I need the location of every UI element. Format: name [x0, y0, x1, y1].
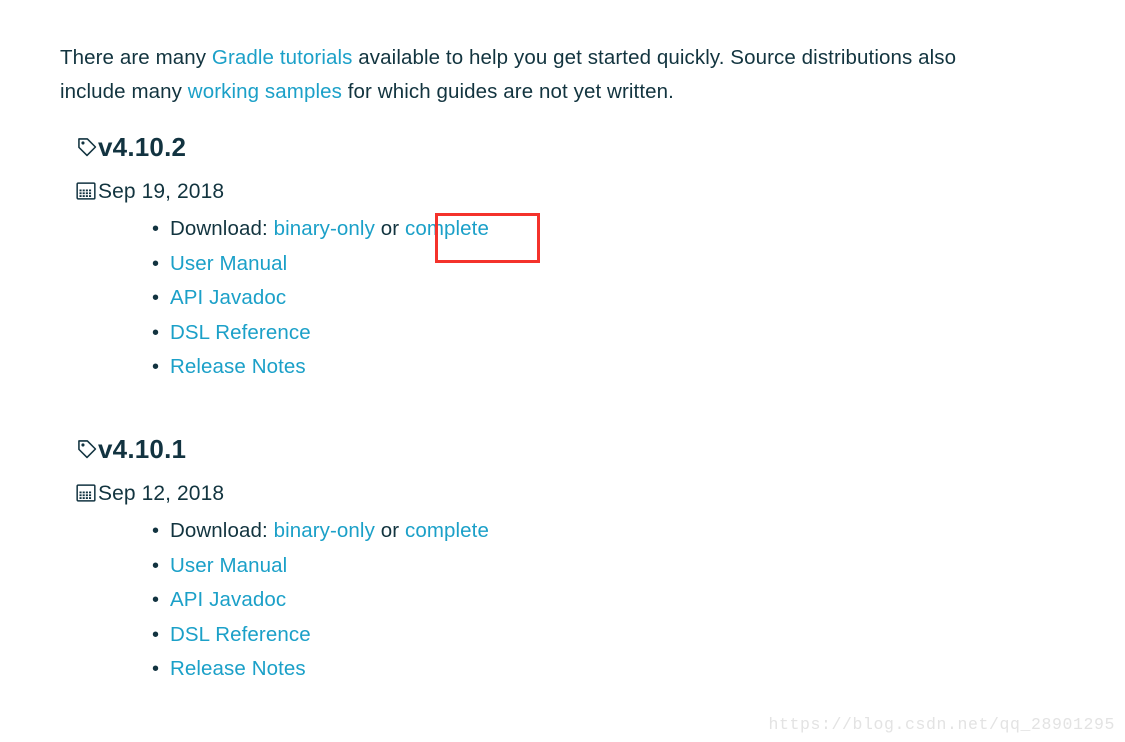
user-manual-link[interactable]: User Manual — [170, 554, 287, 577]
api-javadoc-link[interactable]: API Javadoc — [170, 588, 286, 611]
watermark-text: https://blog.csdn.net/qq_28901295 — [768, 715, 1115, 734]
calendar-icon — [60, 483, 98, 503]
download-separator: or — [380, 217, 400, 240]
complete-link[interactable]: complete — [405, 519, 489, 542]
user-manual-link[interactable]: User Manual — [170, 252, 287, 275]
download-label: Download: — [170, 519, 268, 542]
dsl-reference-link[interactable]: DSL Reference — [170, 321, 311, 344]
release-date: Sep 19, 2018 — [98, 179, 225, 203]
api-javadoc-link[interactable]: API Javadoc — [170, 286, 286, 309]
calendar-icon — [60, 181, 98, 201]
download-separator: or — [380, 519, 400, 542]
intro-paragraph: There are many Gradle tutorials availabl… — [60, 41, 1020, 109]
tag-icon — [60, 136, 98, 158]
release-date-row: Sep 12, 2018 — [60, 478, 1060, 508]
list-item-download: Download: binary-only or complete — [60, 514, 1060, 549]
list-item-api-javadoc: API Javadoc — [60, 583, 1060, 618]
version-title: v4.10.1 — [98, 434, 187, 464]
version-heading-row: v4.10.1 — [60, 432, 1060, 466]
list-item-dsl-reference: DSL Reference — [60, 618, 1060, 653]
release-links-list: Download: binary-only or complete User M… — [60, 212, 1060, 385]
intro-text-part-1: There are many — [60, 45, 212, 69]
release-links-list: Download: binary-only or complete User M… — [60, 514, 1060, 687]
binary-only-link[interactable]: binary-only — [274, 519, 375, 542]
version-heading-row: v4.10.2 — [60, 130, 1060, 164]
binary-only-link[interactable]: binary-only — [274, 217, 375, 240]
list-item-user-manual: User Manual — [60, 549, 1060, 584]
release-notes-link[interactable]: Release Notes — [170, 657, 306, 680]
tag-icon — [60, 438, 98, 460]
list-item-user-manual: User Manual — [60, 247, 1060, 282]
working-samples-link[interactable]: working samples — [188, 80, 342, 103]
release-block: v4.10.1 Sep 12, 2018 • Download: binary-… — [60, 432, 1060, 687]
release-notes-link[interactable]: Release Notes — [170, 355, 306, 378]
download-label: Download: — [170, 217, 268, 240]
list-item-dsl-reference: DSL Reference — [60, 316, 1060, 351]
version-title: v4.10.2 — [98, 132, 187, 162]
release-block: v4.10.2 Sep 19, 2018 • Download: binary-… — [60, 130, 1060, 385]
list-item-release-notes: Release Notes — [60, 652, 1060, 687]
list-item-api-javadoc: API Javadoc — [60, 281, 1060, 316]
complete-link[interactable]: complete — [405, 217, 489, 240]
gradle-tutorials-link[interactable]: Gradle tutorials — [212, 46, 353, 69]
intro-text-part-3: for which guides are not yet written. — [341, 79, 674, 103]
dsl-reference-link[interactable]: DSL Reference — [170, 623, 311, 646]
release-date-row: Sep 19, 2018 — [60, 176, 1060, 206]
list-item-download: Download: binary-only or complete — [60, 212, 1060, 247]
release-date: Sep 12, 2018 — [98, 481, 225, 505]
list-item-release-notes: Release Notes — [60, 350, 1060, 385]
page-root: There are many Gradle tutorials availabl… — [0, 0, 1125, 742]
